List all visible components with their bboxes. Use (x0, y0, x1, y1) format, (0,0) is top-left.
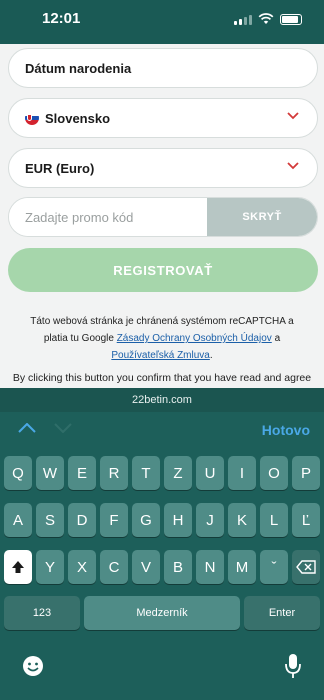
battery-icon (280, 13, 302, 25)
recaptcha-text-2: platia tu Google (43, 333, 114, 344)
shift-key[interactable] (4, 550, 32, 584)
disclaimer-text: By clicking this button you confirm that… (12, 372, 312, 384)
registration-form: Dátum narodenia Slovensko EUR (Euro) SKR… (0, 44, 324, 388)
key[interactable]: ˇ (260, 550, 288, 584)
birthdate-field[interactable]: Dátum narodenia (8, 48, 318, 88)
key[interactable]: L (260, 503, 288, 537)
backspace-key[interactable] (292, 550, 320, 584)
url-text: 22betin.com (132, 394, 192, 406)
key[interactable]: D (68, 503, 96, 537)
hide-promo-button[interactable]: SKRYŤ (207, 198, 317, 236)
currency-select[interactable]: EUR (Euro) (8, 148, 318, 188)
previous-field-icon[interactable] (18, 423, 36, 433)
recaptcha-notice: Táto webová stránka je chránená systémom… (30, 316, 294, 361)
key[interactable]: T (132, 456, 160, 490)
key[interactable]: U (196, 456, 224, 490)
key[interactable]: K (228, 503, 256, 537)
key[interactable]: N (196, 550, 224, 584)
status-icons (234, 13, 302, 25)
microphone-icon[interactable] (283, 653, 303, 679)
terms-link[interactable]: Používateľská Zmluva (111, 350, 210, 361)
key[interactable]: A (4, 503, 32, 537)
key[interactable]: V (132, 550, 160, 584)
key[interactable]: E (68, 456, 96, 490)
promo-code-input[interactable] (9, 198, 209, 236)
slovakia-flag-icon (25, 111, 39, 125)
key[interactable]: W (36, 456, 64, 490)
promo-code-group: SKRYŤ (8, 197, 318, 237)
register-button[interactable]: REGISTROVAŤ (8, 248, 318, 292)
key[interactable]: S (36, 503, 64, 537)
status-time: 12:01 (42, 10, 81, 27)
currency-value: EUR (Euro) (25, 160, 95, 176)
key[interactable]: Z (164, 456, 192, 490)
key[interactable]: Ľ (292, 503, 320, 537)
key[interactable]: G (132, 503, 160, 537)
backspace-icon (296, 560, 316, 574)
key[interactable]: P (292, 456, 320, 490)
key[interactable]: I (228, 456, 256, 490)
key[interactable]: Y (36, 550, 64, 584)
birthdate-label: Dátum narodenia (25, 60, 132, 76)
chevron-down-icon (287, 112, 299, 120)
enter-key[interactable]: Enter (244, 596, 320, 630)
country-select[interactable]: Slovensko (8, 98, 318, 138)
country-value: Slovensko (45, 110, 111, 126)
wifi-icon (258, 13, 274, 24)
recaptcha-and: a (274, 333, 281, 344)
key[interactable]: O (260, 456, 288, 490)
shift-icon (12, 561, 24, 573)
emoji-icon[interactable] (21, 654, 45, 678)
chevron-down-icon (287, 162, 299, 170)
numbers-key[interactable]: 123 (4, 596, 80, 630)
next-field-icon[interactable] (54, 423, 72, 433)
space-key[interactable]: Medzerník (84, 596, 240, 630)
privacy-policy-link[interactable]: Zásady Ochrany Osobných Údajov (117, 333, 272, 344)
key[interactable]: H (164, 503, 192, 537)
recaptcha-text-1: Táto webová stránka je chránená systémom… (30, 316, 294, 327)
key[interactable]: X (68, 550, 96, 584)
keyboard-bottom-bar (0, 640, 324, 700)
key[interactable]: Q (4, 456, 32, 490)
url-bar[interactable]: 22betin.com (0, 388, 324, 412)
key[interactable]: M (228, 550, 256, 584)
status-bar: 12:01 (0, 0, 324, 44)
key[interactable]: F (100, 503, 128, 537)
key[interactable]: B (164, 550, 192, 584)
key[interactable]: R (100, 456, 128, 490)
done-button[interactable]: Hotovo (262, 422, 310, 438)
key[interactable]: J (196, 503, 224, 537)
key[interactable]: C (100, 550, 128, 584)
cellular-signal-icon (234, 14, 252, 25)
keyboard-accessory-bar: Hotovo (0, 412, 324, 448)
